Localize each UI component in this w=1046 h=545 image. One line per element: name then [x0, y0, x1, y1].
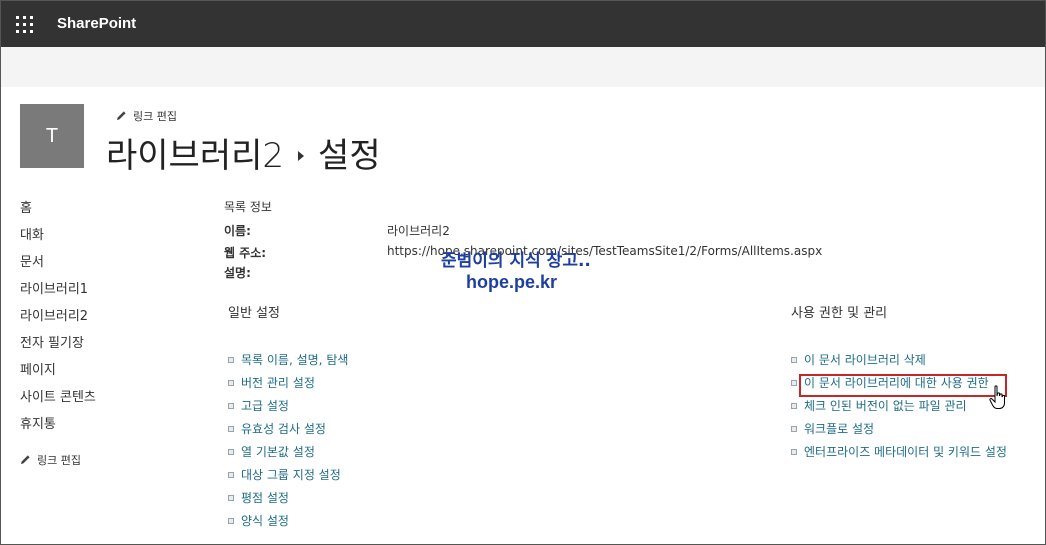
pencil-icon [21, 455, 30, 464]
nav-item-notebook[interactable]: 전자 필기장 [20, 333, 96, 360]
general-settings-heading: 일반 설정 [228, 306, 280, 321]
link-advanced[interactable]: 고급 설정 [228, 397, 348, 420]
link-checked-out-files[interactable]: 체크 인된 버전이 없는 파일 관리 [791, 397, 1007, 420]
link-delete-library[interactable]: 이 문서 라이브러리 삭제 [791, 351, 1007, 374]
link-metadata[interactable]: 엔터프라이즈 메타데이터 및 키워드 설정 [791, 443, 1007, 466]
app-launcher-icon[interactable] [16, 16, 34, 34]
site-logo[interactable]: T [20, 104, 84, 168]
nav-item-library1[interactable]: 라이브러리1 [20, 279, 96, 306]
nav-item-pages[interactable]: 페이지 [20, 360, 96, 387]
url-label: 웹 주소: [224, 246, 267, 260]
edit-links-label: 링크 편집 [37, 454, 81, 467]
edit-links-label: 링크 편집 [133, 110, 177, 123]
edit-links-nav[interactable]: 링크 편집 [20, 452, 96, 468]
title-library[interactable]: 라이브러리2 [106, 136, 284, 176]
left-navigation: 홈 대화 문서 라이브러리1 라이브러리2 전자 필기장 페이지 사이트 콘텐츠… [20, 198, 96, 468]
link-rating[interactable]: 평점 설정 [228, 489, 348, 512]
link-audience-targeting[interactable]: 대상 그룹 지정 설정 [228, 466, 348, 489]
watermark-line2: hope.pe.kr [466, 272, 558, 292]
link-validation[interactable]: 유효성 검사 설정 [228, 420, 348, 443]
brand-title[interactable]: SharePoint [57, 15, 136, 32]
suite-bar: SharePoint [1, 1, 1045, 47]
nav-item-documents[interactable]: 문서 [20, 252, 96, 279]
breadcrumb-separator-icon [298, 151, 305, 161]
permissions-heading: 사용 권한 및 관리 [791, 306, 888, 321]
nav-item-recycle-bin[interactable]: 휴지통 [20, 414, 96, 441]
highlight-box [799, 374, 1007, 397]
permissions-links: 이 문서 라이브러리 삭제 이 문서 라이브러리에 대한 사용 권한 체크 인된… [791, 351, 1007, 466]
link-versioning[interactable]: 버전 관리 설정 [228, 374, 348, 397]
nav-item-conversations[interactable]: 대화 [20, 225, 96, 252]
hand-cursor-icon [989, 385, 1005, 409]
title-page: 설정 [318, 136, 381, 176]
command-bar [1, 47, 1045, 87]
nav-item-home[interactable]: 홈 [20, 198, 96, 225]
watermark-line1: 준범이의 지식 창고.. [441, 251, 591, 271]
name-label: 이름: [224, 224, 251, 238]
nav-item-library2[interactable]: 라이브러리2 [20, 306, 96, 333]
nav-item-site-contents[interactable]: 사이트 콘텐츠 [20, 387, 96, 414]
link-column-defaults[interactable]: 열 기본값 설정 [228, 443, 348, 466]
list-info-heading: 목록 정보 [224, 200, 272, 214]
pencil-icon [117, 111, 126, 120]
link-form[interactable]: 양식 설정 [228, 512, 348, 535]
general-settings-links: 목록 이름, 설명, 탐색 버전 관리 설정 고급 설정 유효성 검사 설정 열… [228, 351, 348, 535]
page-title: 라이브러리2 설정 [106, 128, 381, 177]
edit-links-top[interactable]: 링크 편집 [116, 108, 177, 124]
name-value: 라이브러리2 [387, 224, 450, 238]
link-list-name[interactable]: 목록 이름, 설명, 탐색 [228, 351, 348, 374]
link-workflow[interactable]: 워크플로 설정 [791, 420, 1007, 443]
description-label: 설명: [224, 266, 251, 280]
